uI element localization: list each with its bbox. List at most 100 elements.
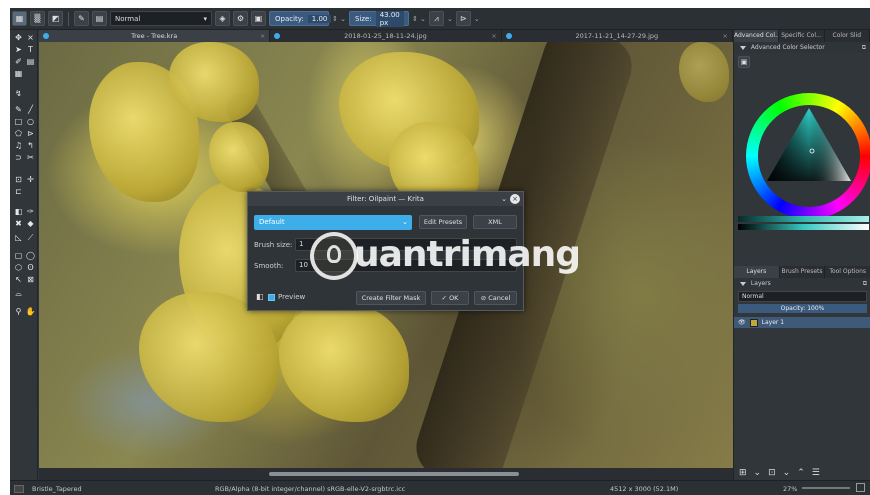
layer-opacity-slider[interactable]: Opacity: 100% [738,304,867,313]
cancel-button[interactable]: ⊘ Cancel [474,291,517,305]
mirror-vertical-icon[interactable]: ⊳ [455,11,471,26]
bezier-select-icon[interactable]: ⌓ [13,288,24,299]
tab-advanced-color[interactable]: Advanced Col... [734,30,780,42]
crop-tool-icon[interactable]: ⊡ [13,174,24,185]
similar-select-icon[interactable]: ⊠ [25,274,36,285]
layer-properties-icon[interactable]: ☰ [812,468,820,478]
toggle-view-icon[interactable]: ◧ [256,292,264,301]
rect-select-icon[interactable]: ▢ [13,250,24,261]
chevron-down-icon[interactable] [740,281,746,286]
xml-button[interactable]: XML [473,215,517,229]
mirror-horizontal-icon[interactable]: ⩘ [428,11,444,26]
tab-tool-options[interactable]: Tool Options [825,266,870,278]
close-icon[interactable]: × [491,30,496,42]
pattern-icon[interactable]: ◩ [48,11,63,26]
close-icon[interactable]: × [510,194,520,204]
size-slider[interactable]: Size: 43.00 px [348,10,409,27]
canvas-horizontal-scrollbar[interactable] [39,468,733,480]
size-stepper-icon[interactable]: ⇕ ⌄ [412,15,426,23]
move-tool-icon[interactable]: ✛ [25,174,36,185]
close-icon[interactable]: × [723,30,728,42]
reload-preset-icon[interactable]: ▣ [251,11,266,26]
tab-specific-color[interactable]: Specific Col... [779,30,825,42]
polygon-tool-icon[interactable]: ⬠ [13,128,24,139]
gradient-icon[interactable]: ▒ [30,11,45,26]
add-layer-icon[interactable]: ⊞ [739,468,747,478]
chevron-down-icon[interactable]: ⌄ [447,15,453,23]
delete-layer-icon[interactable]: ⊡ [768,468,776,478]
edit-presets-button[interactable]: Edit Presets [419,215,467,229]
colorize-mask-icon[interactable]: ✖ [13,218,24,229]
polygon-select-icon[interactable]: ⬡ [13,262,24,273]
gradient-fill-icon[interactable]: ◧ [13,206,24,217]
opacity-stepper-icon[interactable]: ⇕ ⌄ [332,15,346,23]
layer-row[interactable]: 👁 Layer 1 [734,317,870,328]
color-value-selector[interactable] [738,224,869,230]
calligraphy-icon[interactable]: ▤ [25,56,36,67]
text-tool-icon[interactable]: T [25,44,36,55]
float-docker-icon[interactable]: ⧉ [863,278,867,289]
zoom-tool-icon[interactable]: ⚲ [13,306,24,317]
brush-preset-icon[interactable]: ▦ [12,11,27,26]
chevron-down-icon[interactable]: ⌄ [474,15,480,23]
transform-icon[interactable]: ✥ [13,32,24,43]
close-icon[interactable]: × [25,32,36,43]
freehand-select-icon[interactable]: ʘ [25,262,36,273]
eraser-mode-icon[interactable]: ◈ [215,11,230,26]
contrast-icon[interactable]: ↯ [13,88,24,99]
move-up-icon[interactable]: ⌃ [797,468,805,478]
contiguous-select-icon[interactable]: ↖ [13,274,24,285]
transform-tool-icon[interactable]: ⊏ [13,186,24,197]
create-filter-mask-button[interactable]: Create Filter Mask [356,291,426,305]
status-brush: Bristle_Tapered [32,485,82,493]
preserve-alpha-icon[interactable]: ⚙ [233,11,248,26]
bezier-tool-icon[interactable]: ♫ [13,140,24,151]
opacity-slider[interactable]: Opacity: 1.00 [269,11,332,26]
color-triangle[interactable] [746,93,870,219]
brush-tool-icon[interactable]: ✎ [13,104,24,115]
duplicate-layer-icon[interactable]: ⌄ [754,468,762,478]
ellipse-select-icon[interactable]: ◯ [25,250,36,261]
ellipse-tool-icon[interactable]: ○ [25,116,36,127]
close-icon[interactable]: × [260,30,265,42]
edit-brush-icon[interactable]: ✎ [74,11,89,26]
status-zoom[interactable]: 27% [783,485,797,493]
freehand-path-icon[interactable]: ↰ [25,140,36,151]
zoom-slider[interactable] [802,487,850,489]
blend-mode-select[interactable]: Normal ▾ [110,11,212,26]
ok-button[interactable]: ✓ OK [431,291,469,305]
chevron-down-icon[interactable] [740,45,746,50]
visibility-eye-icon[interactable]: 👁 [738,319,746,326]
move-down-icon[interactable]: ⌄ [783,468,791,478]
gradient-tool-icon[interactable]: ▦ [13,68,24,79]
scrollbar-thumb[interactable] [269,472,519,476]
doc-tab-2018[interactable]: 2018-01-25_18-11-24.jpg × [270,30,502,42]
fill-tool-icon[interactable]: ◆ [25,218,36,229]
canvas-only-icon[interactable] [856,483,865,492]
measure-tool-icon[interactable]: ⟋ [25,232,36,243]
preset-select[interactable]: Default ⌄ [254,215,412,230]
rectangle-tool-icon[interactable]: □ [13,116,24,127]
color-shade-selector[interactable] [738,216,869,222]
assistant-tool-icon[interactable]: ◺ [13,232,24,243]
edit-shapes-icon[interactable]: ✐ [13,56,24,67]
multibrush-icon[interactable]: ✂ [25,152,36,163]
polyline-tool-icon[interactable]: ⊳ [25,128,36,139]
tab-layers[interactable]: Layers [734,266,780,278]
dynamic-brush-icon[interactable]: ⊃ [13,152,24,163]
float-docker-icon[interactable]: ⧉ [862,42,866,53]
doc-tab-tree[interactable]: Tree - Tree.kra × [39,30,271,42]
tab-color-sliders[interactable]: Color Slid [825,30,870,42]
brush-presets-grid-icon[interactable]: ▤ [92,11,107,26]
color-picker-icon[interactable]: ✑ [25,206,36,217]
doc-tab-2017[interactable]: 2017-11-21_14-27-29.jpg × [502,30,733,42]
tab-brush-presets[interactable]: Brush Presets [780,266,826,278]
hue-ring[interactable] [746,93,870,219]
line-tool-icon[interactable]: ╱ [25,104,36,115]
layer-blend-mode-select[interactable]: Normal [738,291,867,302]
pan-tool-icon[interactable]: ✋ [25,306,36,317]
chevron-down-icon[interactable]: ⌄ [501,192,507,206]
preview-checkbox[interactable] [268,294,275,301]
select-shapes-icon[interactable]: ➤ [13,44,24,55]
color-settings-icon[interactable]: ▣ [738,56,750,68]
